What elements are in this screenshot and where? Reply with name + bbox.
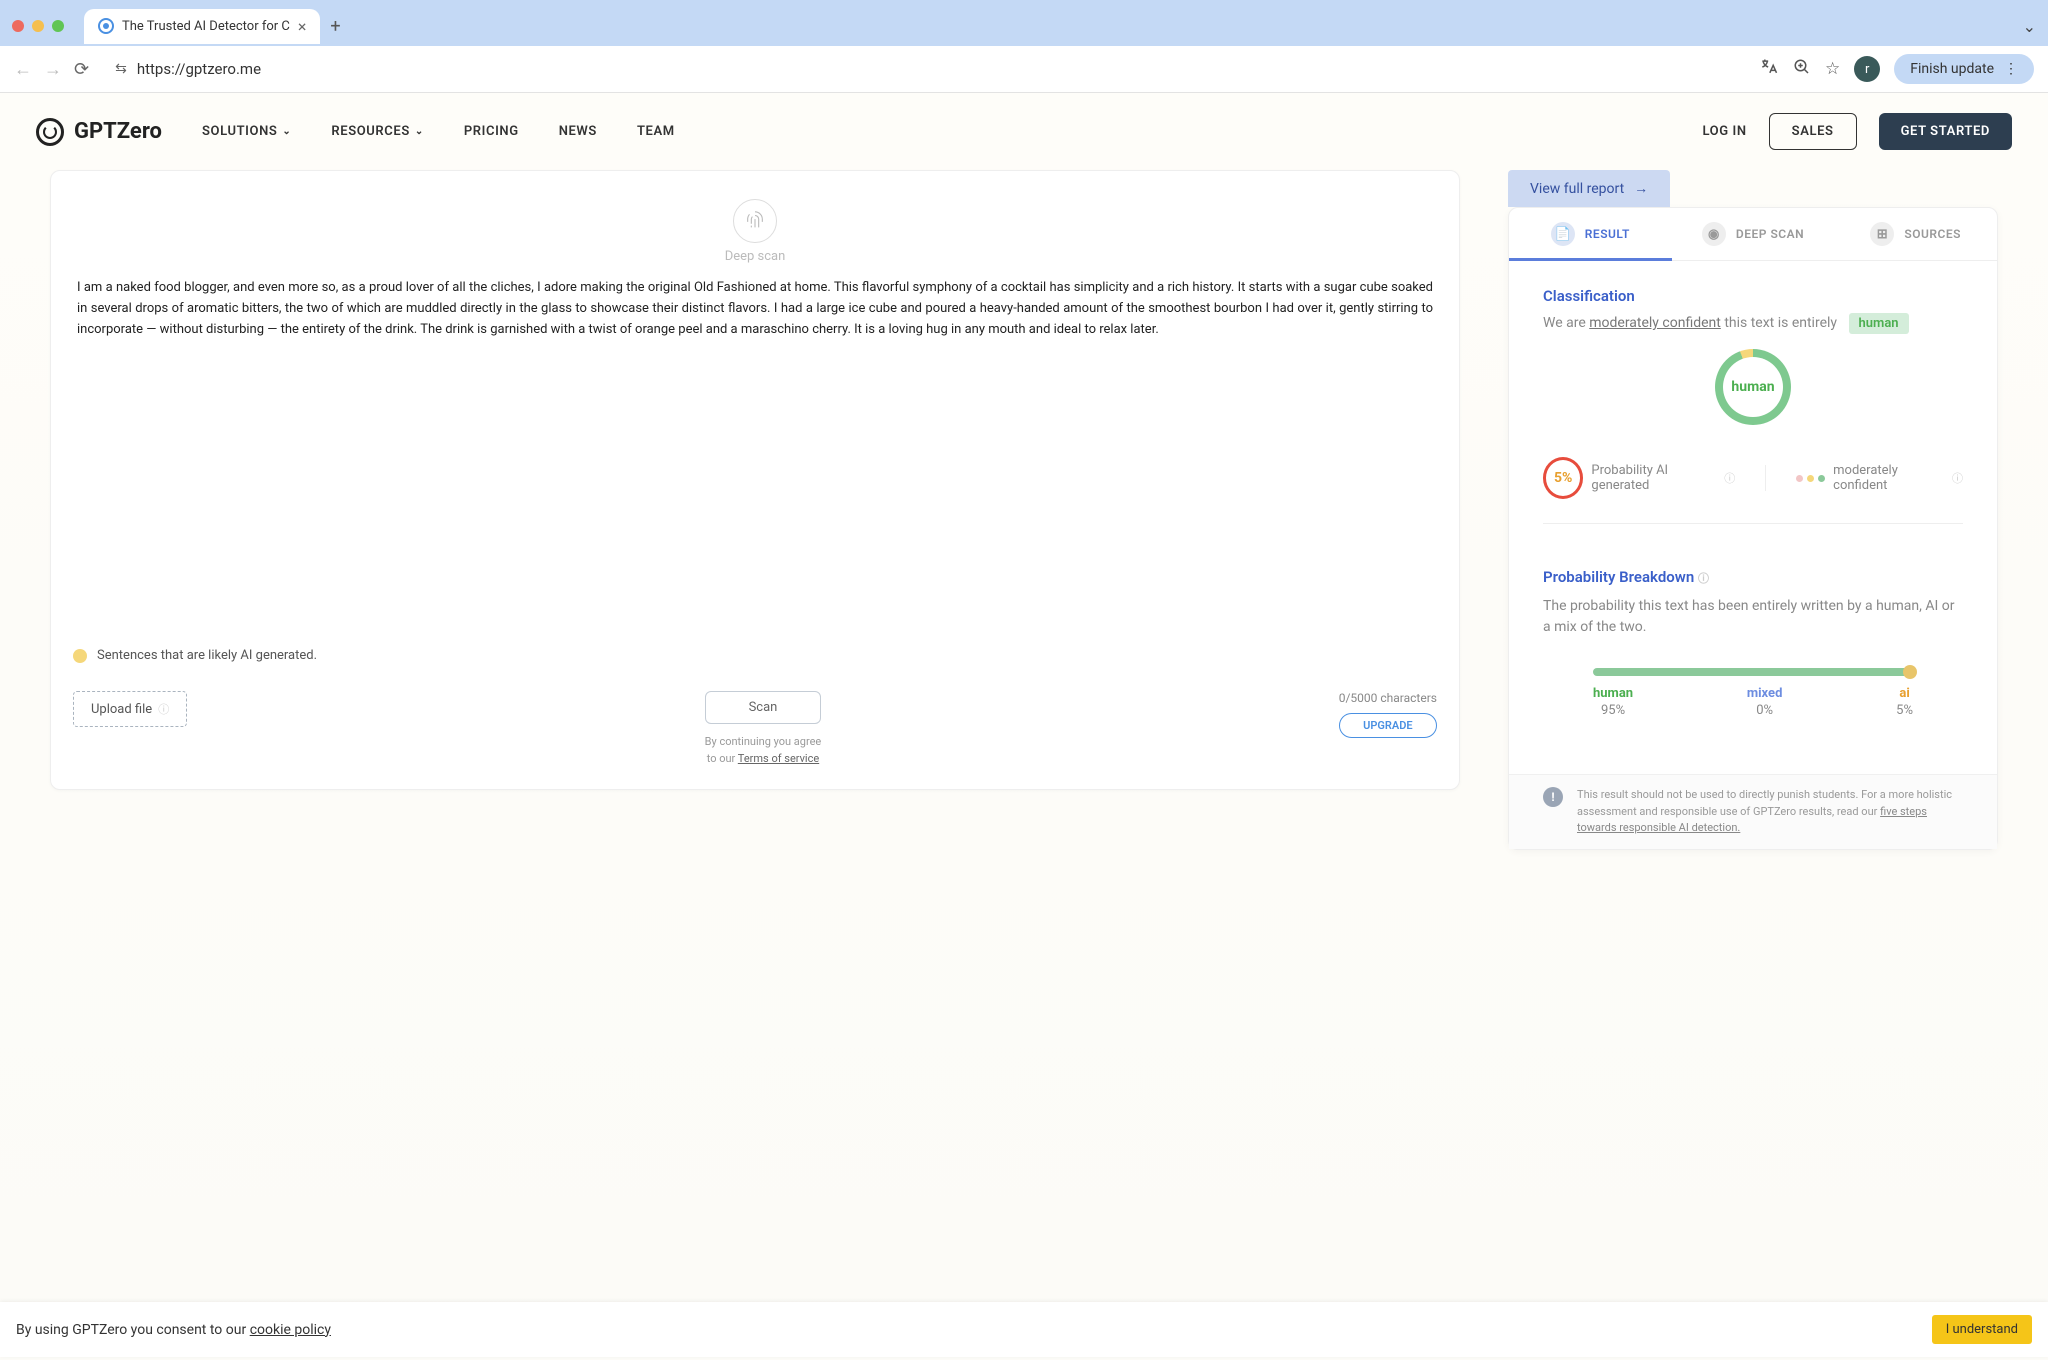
info-icon[interactable]: ⓘ — [1724, 470, 1735, 486]
classification-title: Classification — [1543, 287, 1963, 305]
address-bar[interactable]: ⇆ https://gptzero.me — [101, 54, 1747, 84]
cookie-policy-link[interactable]: cookie policy — [250, 1322, 331, 1338]
info-icon: ⓘ — [158, 701, 169, 717]
upload-file-button[interactable]: Upload file ⓘ — [73, 691, 187, 727]
deep-scan-label: Deep scan — [73, 249, 1437, 264]
back-button[interactable]: ← — [14, 59, 32, 80]
terms-text: By continuing you agree to our Terms of … — [705, 734, 822, 767]
human-badge: human — [1849, 313, 1909, 334]
results-panel: 📄 RESULT ◉ DEEP SCAN ⊞ SOURCES Classific… — [1508, 207, 1998, 850]
classification-gauge: human — [1715, 349, 1791, 425]
fingerprint-icon: ◉ — [1702, 222, 1726, 246]
terms-link[interactable]: Terms of service — [738, 752, 819, 765]
nav-resources[interactable]: RESOURCES⌄ — [331, 124, 423, 139]
profile-avatar[interactable]: r — [1854, 56, 1880, 82]
tab-sources[interactable]: ⊞ SOURCES — [1834, 208, 1997, 260]
chevron-down-icon: ⌄ — [282, 126, 291, 137]
maximize-window-icon[interactable] — [52, 20, 64, 32]
tab-overflow-icon[interactable]: ⌄ — [2023, 17, 2036, 36]
reload-button[interactable]: ⟳ — [74, 59, 89, 80]
ai-pct-value: 5% — [1543, 457, 1583, 499]
minimize-window-icon[interactable] — [32, 20, 44, 32]
nav-pricing[interactable]: PRICING — [464, 124, 519, 139]
new-tab-button[interactable]: + — [330, 16, 340, 37]
tab-deep-scan[interactable]: ◉ DEEP SCAN — [1672, 208, 1835, 260]
char-count: 0/5000 characters — [1339, 691, 1437, 705]
view-full-report-link[interactable]: View full report → — [1508, 170, 1670, 207]
alert-icon: ! — [1543, 787, 1563, 807]
input-panel: Deep scan I am a naked food blogger, and… — [50, 170, 1460, 790]
login-link[interactable]: LOG IN — [1702, 124, 1746, 139]
breakdown-title: Probability Breakdown ⓘ — [1543, 568, 1963, 586]
legend-dot-icon — [73, 649, 87, 663]
bookmark-icon[interactable]: ☆ — [1825, 59, 1840, 79]
app-header: GPTZero SOLUTIONS⌄ RESOURCES⌄ PRICING NE… — [0, 93, 2048, 170]
forward-button[interactable]: → — [44, 59, 62, 80]
url-text: https://gptzero.me — [137, 60, 261, 78]
browser-tab[interactable]: The Trusted AI Detector for C × — [84, 9, 320, 44]
text-input[interactable]: I am a naked food blogger, and even more… — [73, 278, 1437, 340]
info-icon[interactable]: ⓘ — [1952, 470, 1963, 486]
tab-result[interactable]: 📄 RESULT — [1509, 208, 1672, 260]
fingerprint-icon[interactable] — [733, 199, 777, 243]
kebab-menu-icon[interactable]: ⋮ — [2004, 61, 2018, 77]
ai-probability-metric: 5% Probability AI generated ⓘ — [1543, 457, 1735, 499]
cookie-banner: By using GPTZero you consent to our cook… — [0, 1302, 2048, 1357]
sales-button[interactable]: SALES — [1769, 113, 1857, 150]
zoom-icon[interactable] — [1793, 58, 1811, 81]
breakdown-human: human 95% — [1593, 686, 1633, 718]
cookie-accept-button[interactable]: I understand — [1932, 1315, 2032, 1344]
legend-text: Sentences that are likely AI generated. — [97, 648, 317, 663]
upgrade-button[interactable]: UPGRADE — [1339, 713, 1437, 738]
disclaimer: ! This result should not be used to dire… — [1509, 774, 1997, 849]
sources-icon: ⊞ — [1870, 222, 1894, 246]
close-window-icon[interactable] — [12, 20, 24, 32]
nav-solutions[interactable]: SOLUTIONS⌄ — [202, 124, 291, 139]
translate-icon[interactable] — [1759, 57, 1779, 82]
classification-text: We are moderately confident this text is… — [1543, 315, 1963, 331]
site-settings-icon[interactable]: ⇆ — [115, 61, 127, 77]
confidence-metric: moderately confident ⓘ — [1796, 463, 1963, 493]
breakdown-bar — [1593, 668, 1913, 676]
favicon-icon — [98, 18, 114, 34]
info-icon[interactable]: ⓘ — [1698, 572, 1709, 585]
logo[interactable]: GPTZero — [36, 118, 162, 146]
breakdown-desc: The probability this text has been entir… — [1543, 596, 1963, 638]
document-icon: 📄 — [1551, 222, 1575, 246]
breakdown-ai: ai 5% — [1896, 686, 1913, 718]
nav-news[interactable]: NEWS — [559, 124, 597, 139]
close-tab-icon[interactable]: × — [298, 17, 307, 36]
confidence-dots-icon — [1796, 475, 1825, 482]
divider — [1765, 465, 1766, 491]
breakdown-mixed: mixed 0% — [1747, 686, 1783, 718]
nav-team[interactable]: TEAM — [637, 124, 675, 139]
scan-button[interactable]: Scan — [705, 691, 822, 724]
arrow-right-icon: → — [1634, 180, 1648, 197]
get-started-button[interactable]: GET STARTED — [1879, 113, 2012, 150]
window-controls[interactable] — [12, 20, 64, 32]
finish-update-button[interactable]: Finish update ⋮ — [1894, 54, 2034, 84]
logo-icon — [36, 118, 64, 146]
browser-chrome: The Trusted AI Detector for C × + ⌄ ← → … — [0, 0, 2048, 93]
chevron-down-icon: ⌄ — [415, 126, 424, 137]
tab-title: The Trusted AI Detector for C — [122, 19, 290, 34]
